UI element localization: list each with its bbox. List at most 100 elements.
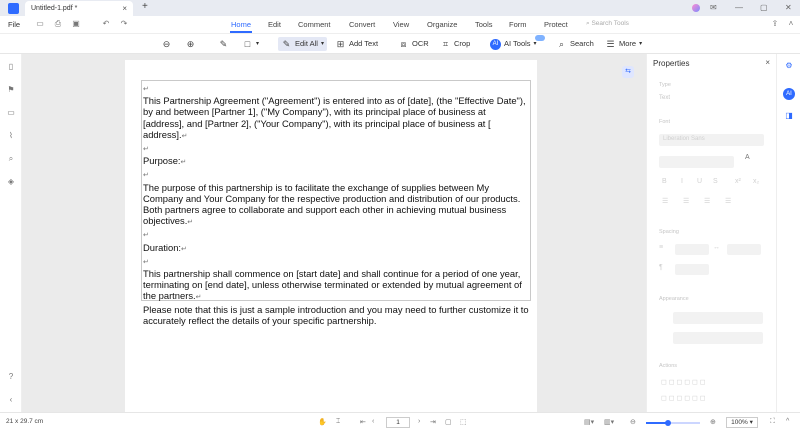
zoom-in-button[interactable]: ⊕ <box>185 37 196 51</box>
new-badge <box>535 35 545 41</box>
document-tab-title: Untitled-1.pdf * <box>31 5 78 12</box>
shape-button[interactable]: □ ▾ <box>242 37 259 51</box>
menu-tools[interactable]: Tools <box>475 20 493 29</box>
new-tab-button[interactable]: + <box>142 1 148 12</box>
page-number-input[interactable]: 1 <box>386 417 410 428</box>
paragraph-mark: ↵ <box>187 219 194 227</box>
document-paragraph[interactable]: This partnership shall commence on [star… <box>143 268 529 304</box>
previous-page-icon[interactable]: ‹ <box>372 418 374 425</box>
zoom-slider[interactable] <box>646 420 700 426</box>
help-icon[interactable]: ? <box>6 372 16 382</box>
document-paragraph[interactable]: Purpose:↵ <box>143 155 529 168</box>
page-tools-icon[interactable]: ⇆ <box>622 66 634 78</box>
search-tools-input[interactable]: ⌕ Search Tools <box>586 20 629 28</box>
fullscreen-icon[interactable]: ⛶ <box>770 418 775 426</box>
rectangle-icon: □ <box>244 38 251 49</box>
ai-assistant-icon[interactable]: AI <box>783 88 795 100</box>
highlight-button[interactable]: ✎ <box>218 37 229 51</box>
save-icon[interactable]: ▣ <box>71 19 81 29</box>
attachment-icon[interactable]: ⌇ <box>6 131 16 141</box>
menu-view[interactable]: View <box>393 20 409 29</box>
zoom-out-icon[interactable]: ⊖ <box>630 418 636 426</box>
document-tab[interactable]: Untitled-1.pdf * × <box>25 1 133 16</box>
maximize-icon[interactable]: ▢ <box>760 3 768 12</box>
minimize-icon[interactable]: — <box>735 3 743 12</box>
ocr-label: OCR <box>412 39 429 48</box>
active-menu-indicator <box>230 31 252 33</box>
menu-form[interactable]: Form <box>509 20 527 29</box>
first-page-icon[interactable]: ⇤ <box>360 418 366 426</box>
paragraph-text: Please note that this is just a sample i… <box>143 303 532 326</box>
search-icon[interactable]: ⌕ <box>6 154 16 164</box>
empty-paragraph[interactable]: ↵ <box>143 255 529 268</box>
more-icon: ☰ <box>606 38 615 49</box>
crop-button[interactable]: ⌗ Crop <box>440 37 470 51</box>
menu-convert[interactable]: Convert <box>349 20 375 29</box>
reading-mode-icon[interactable]: ▥▾ <box>604 418 614 426</box>
chat-icon[interactable]: ◨ <box>783 110 795 122</box>
italic-icon: I <box>681 178 683 185</box>
menu-comment[interactable]: Comment <box>298 20 331 29</box>
paragraph-mark: ↵ <box>143 172 149 180</box>
fit-page-icon[interactable]: ▢ <box>445 418 452 426</box>
paragraph-mark: ↵ <box>143 86 149 93</box>
document-paragraph[interactable]: Duration:↵ <box>143 242 529 255</box>
properties-close-icon[interactable]: × <box>765 58 770 67</box>
paragraph-mark: ↵ <box>180 159 187 167</box>
document-paragraph[interactable]: This Partnership Agreement ("Agreement")… <box>143 95 529 142</box>
menu-organize[interactable]: Organize <box>427 20 457 29</box>
search-button[interactable]: ⌕ Search <box>556 37 594 51</box>
redo-icon[interactable]: ↷ <box>119 19 129 29</box>
line-spacing-icon: ≡ <box>659 244 664 251</box>
zoom-in-icon[interactable]: ⊕ <box>710 418 716 426</box>
print-icon[interactable]: ⎙ <box>53 19 63 29</box>
document-text[interactable]: ↵ This Partnership Agreement ("Agreement"… <box>143 82 529 326</box>
edit-all-button[interactable]: ✎ Edit All ▾ <box>278 37 327 51</box>
bookmark-icon[interactable]: ⚑ <box>6 85 16 95</box>
properties-icon[interactable]: ⚙ <box>783 60 795 72</box>
char-spacing-icon: ↔ <box>713 244 720 251</box>
paragraph-text: The purpose of this partnership is to fa… <box>143 181 523 227</box>
more-button[interactable]: ☰ More ▾ <box>605 37 642 51</box>
zoom-out-icon: ⊖ <box>162 38 171 49</box>
zoom-in-icon: ⊕ <box>186 38 195 49</box>
zoom-out-button[interactable]: ⊖ <box>161 37 172 51</box>
hand-tool-icon[interactable]: ✋ <box>318 418 327 426</box>
add-text-button[interactable]: ⊞ Add Text <box>335 37 378 51</box>
menu-edit[interactable]: Edit <box>268 20 281 29</box>
tab-close-icon[interactable]: × <box>122 1 127 16</box>
chevron-down-icon: ▾ <box>256 41 260 47</box>
menu-home[interactable]: Home <box>231 20 251 29</box>
empty-paragraph[interactable]: ↵ <box>143 82 529 95</box>
layers-icon[interactable]: ◈ <box>6 177 16 187</box>
ocr-button[interactable]: ⧈ OCR <box>398 37 429 51</box>
open-icon[interactable]: ▭ <box>35 19 45 29</box>
comment-icon[interactable]: ▭ <box>6 108 16 118</box>
undo-icon[interactable]: ↶ <box>101 19 111 29</box>
document-paragraph[interactable]: The purpose of this partnership is to fa… <box>143 182 529 229</box>
file-menu[interactable]: File <box>8 20 20 29</box>
share-icon[interactable]: ⇪ <box>770 19 780 29</box>
page-size: 21 x 29.7 cm <box>6 418 44 425</box>
select-tool-icon[interactable]: ⌶ <box>336 418 340 426</box>
collapse-icon[interactable]: ˄ <box>786 19 796 29</box>
section-spacing-label: Spacing <box>659 229 679 235</box>
fit-width-icon[interactable]: ⬚ <box>460 418 467 426</box>
collapse-icon[interactable]: ^ <box>786 418 789 425</box>
last-page-icon[interactable]: ⇥ <box>430 418 436 426</box>
page-thumbnail-icon[interactable]: ▯ <box>6 62 16 72</box>
zoom-slider-handle[interactable] <box>664 420 671 426</box>
empty-paragraph[interactable]: ↵ <box>143 142 529 155</box>
page-view-icon[interactable]: ▤▾ <box>584 418 594 426</box>
empty-paragraph[interactable]: ↵ <box>143 168 529 181</box>
collapse-sidebar-icon[interactable]: ‹ <box>6 395 16 405</box>
ai-tools-button[interactable]: AI AI Tools ▾ <box>490 37 537 51</box>
document-paragraph[interactable]: Please note that this is just a sample i… <box>143 304 529 326</box>
zoom-select[interactable]: 100% ▾ <box>726 417 758 428</box>
close-window-icon[interactable]: ✕ <box>785 3 792 12</box>
avatar[interactable] <box>692 4 700 12</box>
next-page-icon[interactable]: › <box>418 418 420 425</box>
empty-paragraph[interactable]: ↵ <box>143 228 529 241</box>
notification-icon[interactable]: ✉ <box>710 3 717 12</box>
menu-protect[interactable]: Protect <box>544 20 568 29</box>
